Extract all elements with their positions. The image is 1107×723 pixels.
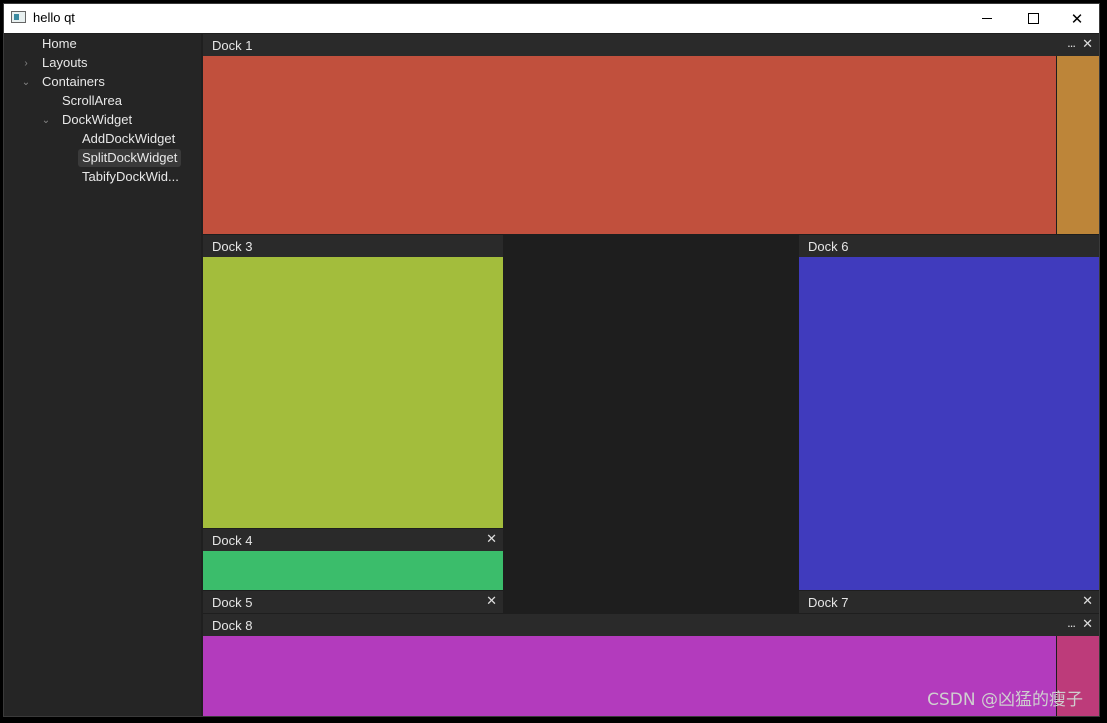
dock-8-title: Dock 8 xyxy=(212,618,253,633)
dock-1: Dock 1 ... ✕ xyxy=(203,34,1099,234)
dock-4: Dock 4 ✕ xyxy=(203,529,503,590)
navigation-tree: Home › Layouts ⌄ Containers ScrollArea ⌄… xyxy=(4,34,201,716)
maximize-button[interactable] xyxy=(1010,4,1056,33)
dock-5-header[interactable]: Dock 5 ✕ xyxy=(203,591,503,613)
close-icon: ✕ xyxy=(1070,10,1084,28)
close-icon[interactable]: ✕ xyxy=(486,593,497,609)
dock-7-title: Dock 7 xyxy=(808,595,849,610)
dock-7: Dock 7 ✕ xyxy=(799,591,1099,613)
close-icon[interactable]: ✕ xyxy=(1082,616,1093,632)
dock-1-content xyxy=(203,56,1056,234)
dock-6: Dock 6 xyxy=(799,235,1099,590)
tree-item-tabifydockwidget[interactable]: TabifyDockWid... xyxy=(78,168,183,186)
dock-8-header[interactable]: Dock 8 ... ✕ xyxy=(203,614,1099,636)
dock-4-content xyxy=(203,551,503,590)
maximize-icon xyxy=(1027,13,1039,24)
tree-item-scrollarea[interactable]: ScrollArea xyxy=(58,92,126,110)
dock-3-title: Dock 3 xyxy=(212,239,253,254)
watermark: CSDN @凶猛的瘦子 xyxy=(927,690,1083,710)
chevron-right-icon[interactable]: › xyxy=(21,54,31,72)
more-icon[interactable]: ... xyxy=(1067,35,1076,50)
tree-item-layouts[interactable]: Layouts xyxy=(38,54,92,72)
dock-1-side-panel xyxy=(1057,56,1099,234)
dock-5: Dock 5 ✕ xyxy=(203,591,503,613)
app-icon xyxy=(11,11,26,23)
close-icon[interactable]: ✕ xyxy=(1082,593,1093,609)
tree-item-containers[interactable]: Containers xyxy=(38,73,109,91)
dock-6-title: Dock 6 xyxy=(808,239,849,254)
dock-1-header[interactable]: Dock 1 ... ✕ xyxy=(203,34,1099,56)
close-button[interactable]: ✕ xyxy=(1054,4,1099,33)
more-icon[interactable]: ... xyxy=(1067,615,1076,630)
chevron-down-icon[interactable]: ⌄ xyxy=(21,73,31,91)
dock-7-header[interactable]: Dock 7 ✕ xyxy=(799,591,1099,613)
minimize-button[interactable] xyxy=(964,4,1010,33)
window-title: hello qt xyxy=(33,10,75,25)
dock-3-content xyxy=(203,257,503,528)
tree-item-dockwidget[interactable]: DockWidget xyxy=(58,111,136,129)
dock-4-title: Dock 4 xyxy=(212,533,253,548)
dock-6-content xyxy=(799,257,1099,590)
dock-5-title: Dock 5 xyxy=(212,595,253,610)
close-icon[interactable]: ✕ xyxy=(486,531,497,547)
tree-item-adddockwidget[interactable]: AddDockWidget xyxy=(78,130,179,148)
tree-item-splitdockwidget[interactable]: SplitDockWidget xyxy=(78,149,182,167)
tree-item-home[interactable]: Home xyxy=(38,35,81,53)
dock-area: Dock 1 ... ✕ Dock 3 Dock 4 ✕ Dock 5 ✕ Do… xyxy=(203,34,1099,716)
title-bar[interactable]: hello qt ✕ xyxy=(4,4,1099,33)
dock-1-title: Dock 1 xyxy=(212,38,253,53)
dock-4-header[interactable]: Dock 4 ✕ xyxy=(203,529,503,551)
close-icon[interactable]: ✕ xyxy=(1082,36,1093,52)
dock-6-header[interactable]: Dock 6 xyxy=(799,235,1099,257)
app-window: hello qt ✕ Home › Layouts ⌄ Containers S… xyxy=(3,3,1100,717)
chevron-down-icon[interactable]: ⌄ xyxy=(41,111,51,129)
dock-3-header[interactable]: Dock 3 xyxy=(203,235,503,257)
dock-3: Dock 3 xyxy=(203,235,503,528)
minimize-icon xyxy=(982,18,992,19)
